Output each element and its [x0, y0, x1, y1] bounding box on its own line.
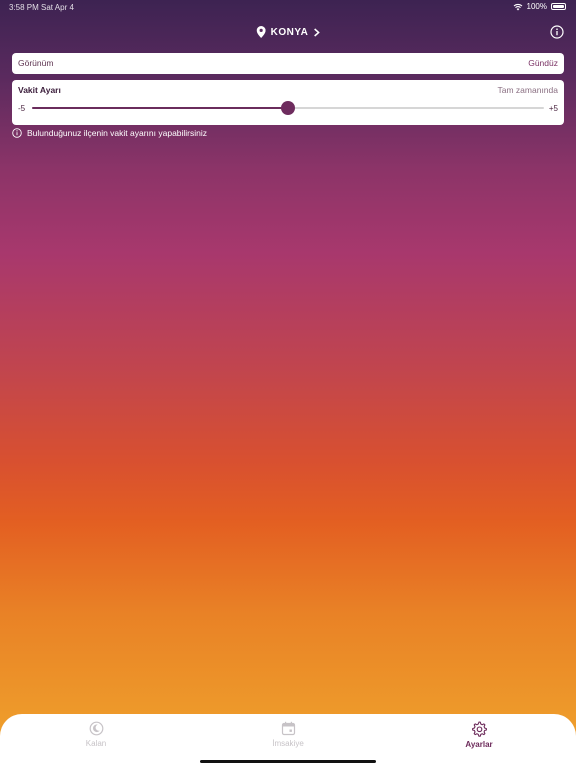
time-adjust-title: Vakit Ayarı: [18, 85, 61, 95]
time-adjust-status: Tam zamanında: [497, 85, 558, 95]
top-nav: KONYA: [0, 24, 576, 44]
time-adjust-slider[interactable]: [32, 101, 544, 115]
view-value: Gündüz: [528, 58, 558, 68]
battery-icon: [551, 3, 566, 10]
location-button[interactable]: KONYA: [256, 26, 320, 38]
slider-fill: [32, 107, 288, 109]
wifi-icon: [513, 3, 522, 10]
time-adjust-card: Vakit Ayarı Tam zamanında -5 +5: [12, 80, 564, 125]
status-time: 3:58 PM Sat Apr 4: [9, 3, 74, 12]
location-pin-icon: [256, 26, 266, 38]
tab-bar: Kalan İmsakiye Ayarlar: [0, 714, 576, 768]
status-right: 100%: [513, 2, 566, 11]
tab-kalan[interactable]: Kalan: [56, 721, 136, 748]
view-label: Görünüm: [18, 58, 54, 68]
hint-text: Bulunduğunuz ilçenin vakit ayarını yapab…: [27, 128, 208, 138]
tab-kalan-label: Kalan: [85, 739, 107, 748]
tab-imsakiye-label: İmsakiye: [272, 739, 304, 748]
slider-max-label: +5: [548, 104, 558, 113]
tab-ayarlar-label: Ayarlar: [465, 740, 493, 749]
status-bar: 3:58 PM Sat Apr 4 100%: [0, 0, 576, 14]
tab-imsakiye[interactable]: İmsakiye: [248, 721, 328, 748]
info-circle-icon: [12, 128, 22, 138]
info-icon[interactable]: [550, 25, 564, 39]
battery-percent: 100%: [526, 2, 547, 11]
tab-ayarlar[interactable]: Ayarlar: [439, 721, 519, 749]
moon-icon: [89, 721, 103, 736]
home-indicator: [200, 760, 376, 763]
calendar-icon: [281, 721, 295, 736]
chevron-right-icon: [313, 27, 320, 37]
gear-icon: [472, 721, 487, 737]
view-setting-row[interactable]: Görünüm Gündüz: [12, 53, 564, 74]
slider-min-label: -5: [18, 104, 26, 113]
hint-message: Bulunduğunuz ilçenin vakit ayarını yapab…: [12, 128, 207, 138]
location-name: KONYA: [270, 26, 309, 38]
slider-thumb[interactable]: [281, 101, 295, 115]
